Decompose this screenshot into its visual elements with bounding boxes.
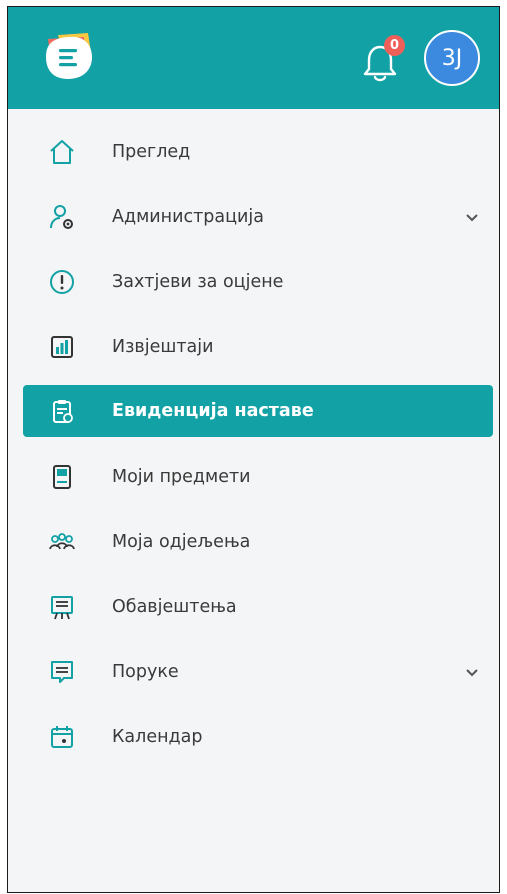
sidebar-item-administracija[interactable]: Администрација [8, 184, 499, 249]
home-icon [48, 138, 76, 166]
sidebar-item-obavjestenja[interactable]: Обавјештења [8, 574, 499, 639]
user-avatar[interactable]: 3J [424, 30, 480, 86]
sidebar-item-pregled[interactable]: Преглед [8, 119, 499, 184]
sidebar-item-izvjestaji[interactable]: Извјештаји [8, 314, 499, 379]
sidebar-item-label: Извјештаји [112, 336, 214, 357]
book-icon [48, 463, 76, 491]
sidebar-item-label: Поруке [112, 661, 179, 682]
app-logo[interactable] [38, 29, 100, 85]
sidebar-item-label: Обавјештења [112, 596, 237, 617]
sidebar-panel: 0 3J Преглед Администрација Захтјеви за … [7, 6, 500, 893]
sidebar-item-evidencija-nastave[interactable]: Евиденција наставе [23, 385, 493, 437]
sidebar-item-label: Захтјеви за оцјене [112, 271, 284, 292]
sidebar-item-label: Моји предмети [112, 466, 251, 487]
sidebar-item-label: Моја одјељења [112, 531, 251, 552]
exclamation-circle-icon [48, 268, 76, 296]
sidebar-item-kalendar[interactable]: Календар [8, 704, 499, 769]
notification-badge: 0 [384, 35, 405, 56]
notifications-button[interactable]: 0 [363, 35, 407, 85]
sidebar-item-label: Календар [112, 726, 203, 747]
chevron-down-icon[interactable] [464, 664, 480, 680]
sidebar-item-poruke[interactable]: Поруке [8, 639, 499, 704]
sidebar-item-label: Преглед [112, 141, 191, 162]
top-bar: 0 3J [8, 7, 499, 109]
sidebar-item-label: Администрација [112, 206, 264, 227]
clipboard-check-icon [48, 397, 76, 425]
calendar-icon [48, 723, 76, 751]
sidebar-item-moji-predmeti[interactable]: Моји предмети [8, 444, 499, 509]
user-gear-icon [48, 203, 76, 231]
group-icon [48, 528, 76, 556]
sidebar-item-zahtjevi[interactable]: Захтјеви за оцјене [8, 249, 499, 314]
message-icon [48, 658, 76, 686]
sidebar-item-label: Евиденција наставе [112, 401, 314, 421]
chevron-down-icon[interactable] [464, 209, 480, 225]
sidebar-item-moja-odjeljenja[interactable]: Моја одјељења [8, 509, 499, 574]
presentation-board-icon [48, 593, 76, 621]
bar-chart-icon [48, 333, 76, 361]
sidebar-menu: Преглед Администрација Захтјеви за оцјен… [8, 119, 499, 769]
